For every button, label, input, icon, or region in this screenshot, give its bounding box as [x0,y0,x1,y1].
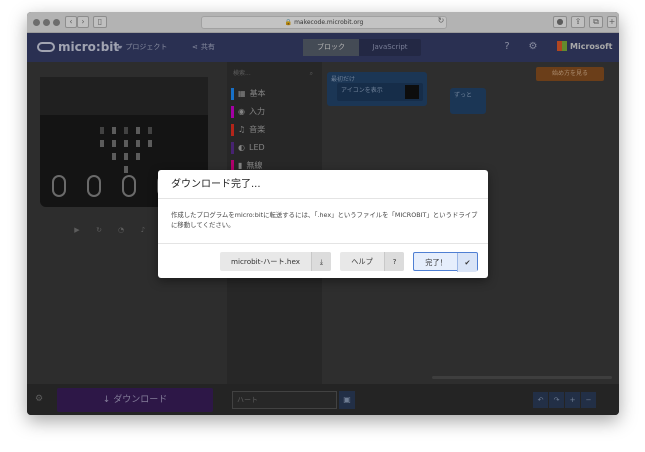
download-icon: ⤓ [311,252,331,271]
download-complete-dialog: ダウンロード完了... 作成したプログラムをmicro:bitに転送するには、「… [158,170,488,278]
dialog-body: 作成したプログラムをmicro:bitに転送するには、「.hex」というファイル… [171,211,478,229]
help-button[interactable]: ヘルプ ? [340,252,404,271]
help-button-label: ヘルプ [351,257,373,266]
download-file-button[interactable]: microbit-ハート.hex ⤓ [220,252,331,271]
done-button[interactable]: 完了！ ✔ [413,252,478,272]
checkmark-icon: ✔ [457,253,477,272]
file-button-label: microbit-ハート.hex [230,257,301,266]
dialog-title: ダウンロード完了... [158,170,488,199]
question-icon: ? [384,252,404,271]
done-button-label: 完了！ [425,258,447,267]
dialog-footer: microbit-ハート.hex ⤓ ヘルプ ? 完了！ ✔ [158,243,488,278]
